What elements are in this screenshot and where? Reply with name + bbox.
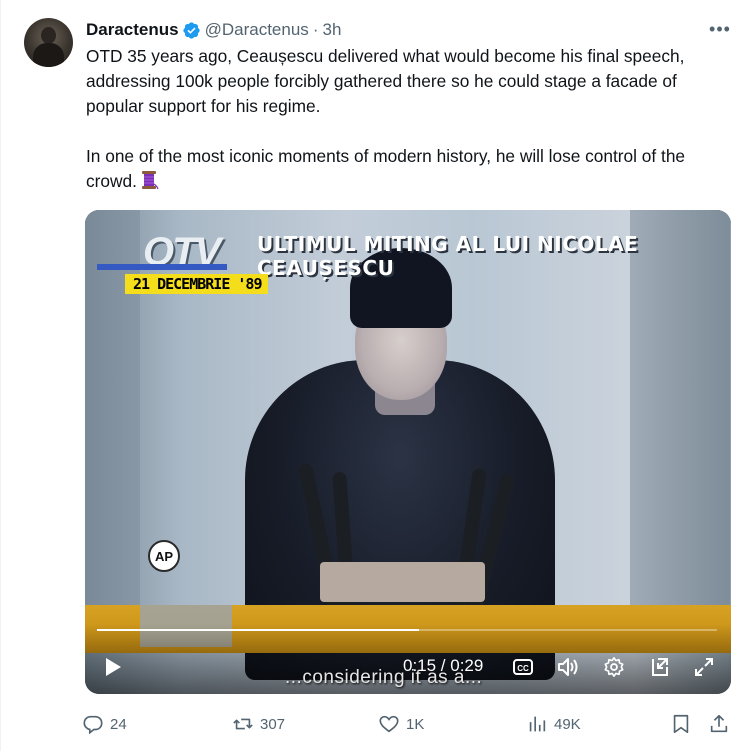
share-button[interactable] (708, 710, 736, 738)
timeline-border (0, 0, 1, 751)
tweet-paragraph-1: OTD 35 years ago, Ceaușescu delivered wh… (86, 46, 685, 116)
reply-button[interactable]: 24 (82, 710, 127, 738)
tweet-action-bar: 24 307 1K 49K (82, 710, 732, 738)
tweet-paragraph-2: In one of the most iconic moments of mod… (86, 144, 736, 194)
verified-badge-icon[interactable] (182, 21, 201, 40)
tweet-body: OTD 35 years ago, Ceaușescu delivered wh… (86, 44, 736, 194)
tweet-timestamp[interactable]: 3h (322, 20, 341, 40)
pip-icon[interactable] (647, 655, 673, 679)
reply-icon (83, 715, 103, 735)
volume-icon[interactable] (555, 655, 581, 679)
ap-watermark: AP (148, 540, 180, 572)
author-display-name[interactable]: Daractenus (86, 20, 179, 40)
heart-icon (379, 715, 399, 733)
video-progress-bar[interactable] (97, 629, 717, 631)
lectern-panel (320, 562, 485, 602)
like-count: 1K (406, 715, 425, 733)
more-options-icon[interactable]: ••• (706, 18, 734, 40)
video-time-display: 0:15 / 0:29 (403, 656, 484, 675)
thread-spool-icon (139, 170, 159, 190)
meta-separator: · (312, 20, 319, 39)
like-button[interactable]: 1K (378, 710, 424, 738)
video-date-label: 21 DECEMBRIE '89 (125, 274, 268, 294)
tweet-paragraph-2-text: In one of the most iconic moments of mod… (86, 146, 686, 191)
reply-count: 24 (110, 715, 127, 733)
tweet-header: Daractenus @Daractenus · 3h (86, 18, 341, 42)
avatar-figure-head (41, 27, 56, 44)
share-icon (710, 714, 728, 733)
fullscreen-icon[interactable] (691, 655, 717, 679)
repost-count: 307 (260, 715, 286, 733)
views-button[interactable]: 49K (526, 710, 581, 738)
background-pillar (85, 210, 140, 624)
author-avatar[interactable] (24, 18, 73, 67)
video-progress-fill (97, 629, 420, 631)
video-top-caption: ULTIMUL MITING AL LUI NICOLAE CEAUȘESCU (257, 232, 639, 280)
repost-icon (233, 718, 253, 730)
settings-icon[interactable] (601, 655, 627, 679)
view-count: 49K (554, 715, 581, 733)
video-player[interactable]: OTV ULTIMUL MITING AL LUI NICOLAE CEAUȘE… (85, 210, 731, 694)
bookmark-button[interactable] (670, 710, 698, 738)
analytics-icon (529, 716, 546, 732)
captions-icon[interactable]: CC (511, 655, 535, 679)
avatar-figure-body (33, 43, 64, 67)
bookmark-icon (673, 714, 689, 734)
author-handle[interactable]: @Daractenus (205, 20, 309, 40)
repost-button[interactable]: 307 (232, 710, 285, 738)
svg-text:CC: CC (517, 664, 529, 673)
play-icon[interactable] (101, 655, 125, 679)
date-bar (97, 264, 227, 270)
